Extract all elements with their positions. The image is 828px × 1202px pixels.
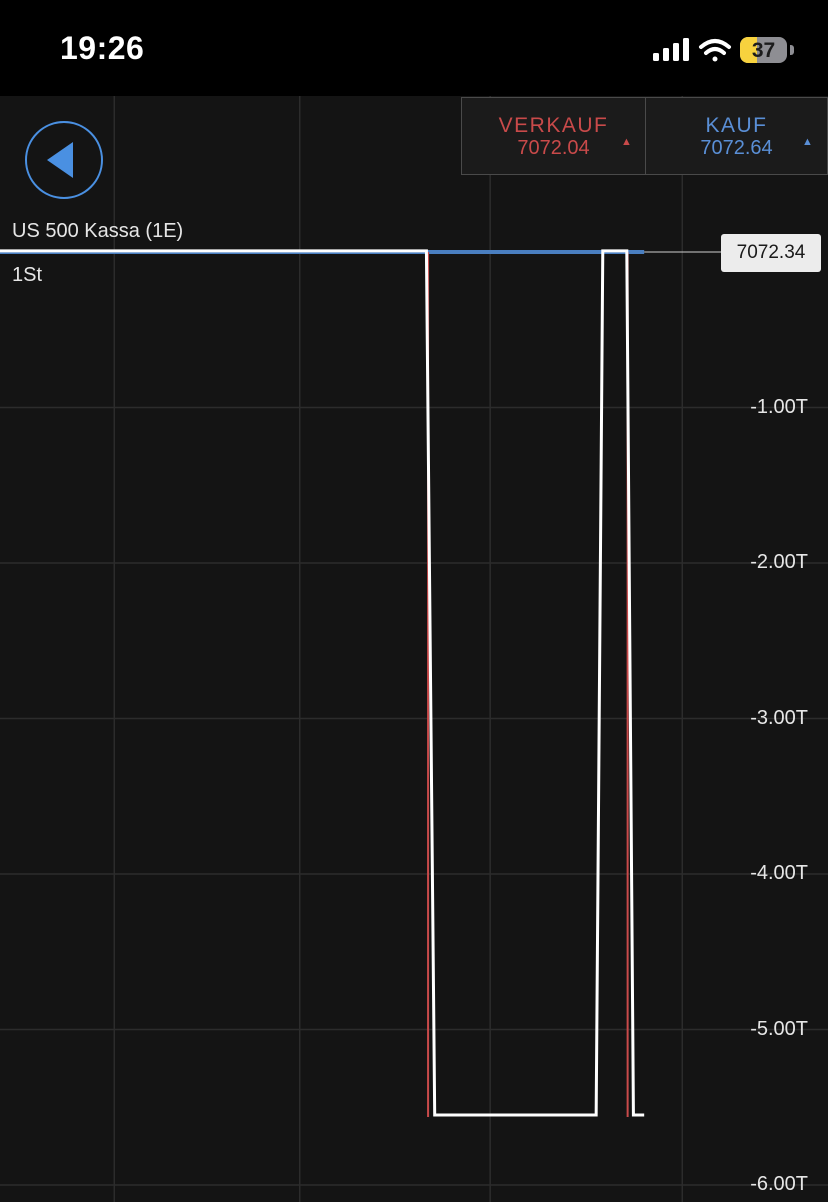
sell-price: 7072.04: [517, 137, 590, 159]
y-tick-label: -2.00T: [750, 551, 808, 573]
status-icons: [653, 38, 731, 62]
y-tick-label: -3.00T: [750, 706, 808, 729]
y-tick-label: -5.00T: [750, 1017, 808, 1040]
sell-trend-up-icon: ▲: [621, 136, 632, 148]
back-arrow-icon: [47, 142, 73, 178]
status-bar: 19:26 37: [0, 0, 828, 96]
buy-label: KAUF: [705, 114, 768, 137]
y-tick-label: -1.00T: [750, 395, 808, 418]
last-price-tag: 7072.34: [721, 234, 821, 272]
chart-series: [0, 249, 721, 1118]
battery-percent: 37: [751, 39, 776, 62]
back-button[interactable]: [25, 121, 103, 199]
buy-button[interactable]: KAUF 7072.64 ▲: [645, 97, 828, 175]
chart-screen: 19:26 37 US 500 Kassa (1E) 1St VERKAUF 7…: [0, 0, 828, 1202]
battery-icon: 37: [740, 37, 787, 63]
price-series-line: [0, 249, 645, 1117]
y-tick-label: -6.00T: [750, 1173, 808, 1195]
y-tick-label: -4.00T: [750, 862, 808, 884]
chart-grid: [0, 96, 828, 1202]
timeframe-label[interactable]: 1St: [12, 264, 42, 287]
price-chart[interactable]: [0, 96, 828, 1202]
wifi-icon: [699, 39, 731, 62]
buy-price: 7072.64: [700, 137, 773, 159]
battery-cap: [790, 45, 794, 55]
instrument-name: US 500 Kassa (1E): [12, 220, 184, 242]
signal-bars-icon: [653, 38, 689, 61]
buy-trend-up-icon: ▲: [802, 136, 813, 148]
sell-label: VERKAUF: [498, 114, 609, 137]
sell-button[interactable]: VERKAUF 7072.04 ▲: [461, 97, 646, 175]
